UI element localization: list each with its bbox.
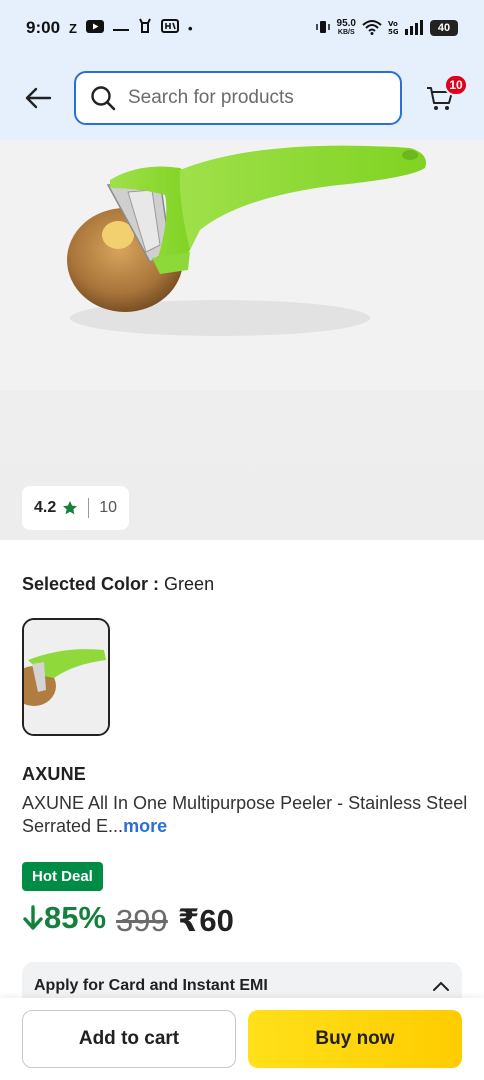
rating-divider: [88, 498, 90, 518]
star-icon: [63, 501, 78, 515]
back-button[interactable]: [20, 80, 56, 116]
net-speed: 95.0 KB/S: [337, 19, 356, 37]
search-icon: [91, 86, 116, 111]
product-image[interactable]: 4.2 10: [0, 140, 484, 540]
product-brand: AXUNE: [22, 764, 87, 784]
discount: 85%: [22, 900, 106, 936]
cart-count-badge: 10: [444, 74, 468, 96]
signal-icon: [404, 19, 424, 38]
selected-color-value: Green: [164, 574, 215, 594]
bottom-action-bar: Add to cart Buy now: [0, 998, 484, 1080]
color-swatch-green[interactable]: [22, 618, 110, 736]
top-header: 10: [0, 56, 484, 140]
net-speed-unit: KB/S: [337, 29, 355, 36]
buy-now-button[interactable]: Buy now: [248, 1010, 462, 1068]
search-input[interactable]: [128, 87, 378, 109]
vibrate-icon: [315, 19, 331, 38]
chevron-up-icon: [433, 981, 449, 991]
deer-icon: [138, 18, 152, 39]
product-title: AXUNE All In One Multipurpose Peeler - S…: [22, 792, 468, 838]
selected-color-label: Selected Color :: [22, 574, 160, 594]
rating-count: 10: [99, 499, 118, 516]
cart-button[interactable]: 10: [422, 74, 468, 118]
net-speed-value: 95.0: [336, 18, 356, 29]
svg-text:Vo: Vo: [388, 20, 398, 28]
mrp-price: 399: [116, 903, 168, 938]
rating-pill[interactable]: 4.2 10: [22, 486, 130, 530]
swatch-thumbnail: [24, 620, 108, 734]
rating-value: 4.2: [34, 499, 57, 516]
notification-dot: •: [187, 20, 193, 36]
emi-label: Apply for Card and Instant EMI: [34, 977, 268, 994]
selected-color: Selected Color : Green: [22, 574, 214, 595]
svg-text:5G: 5G: [388, 28, 398, 35]
more-link[interactable]: more: [123, 816, 167, 836]
arrow-left-icon: [25, 87, 52, 109]
product-title-text: AXUNE All In One Multipurpose Peeler - S…: [22, 793, 468, 836]
status-bar: 9:00 Z • 95.0 KB/S Vo 5G 40: [0, 0, 484, 56]
youtube-icon: [85, 18, 104, 38]
battery-icon: 40: [430, 20, 458, 36]
app-icon: [160, 18, 179, 39]
dash-icon: [112, 18, 129, 38]
price-row: 85% 399 ₹60: [22, 900, 234, 939]
add-to-cart-button[interactable]: Add to cart: [22, 1010, 236, 1068]
zomato-icon: Z: [69, 20, 77, 36]
wifi-icon: [362, 19, 382, 38]
search-bar[interactable]: [74, 71, 402, 125]
down-arrow-icon: [23, 905, 43, 930]
selling-price: ₹60: [177, 903, 234, 938]
hot-deal-badge: Hot Deal: [22, 862, 103, 891]
peeler-image: [0, 140, 484, 390]
volte-icon: Vo 5G: [388, 19, 399, 38]
discount-percent: 85%: [44, 900, 107, 935]
status-time: 9:00: [26, 18, 61, 37]
